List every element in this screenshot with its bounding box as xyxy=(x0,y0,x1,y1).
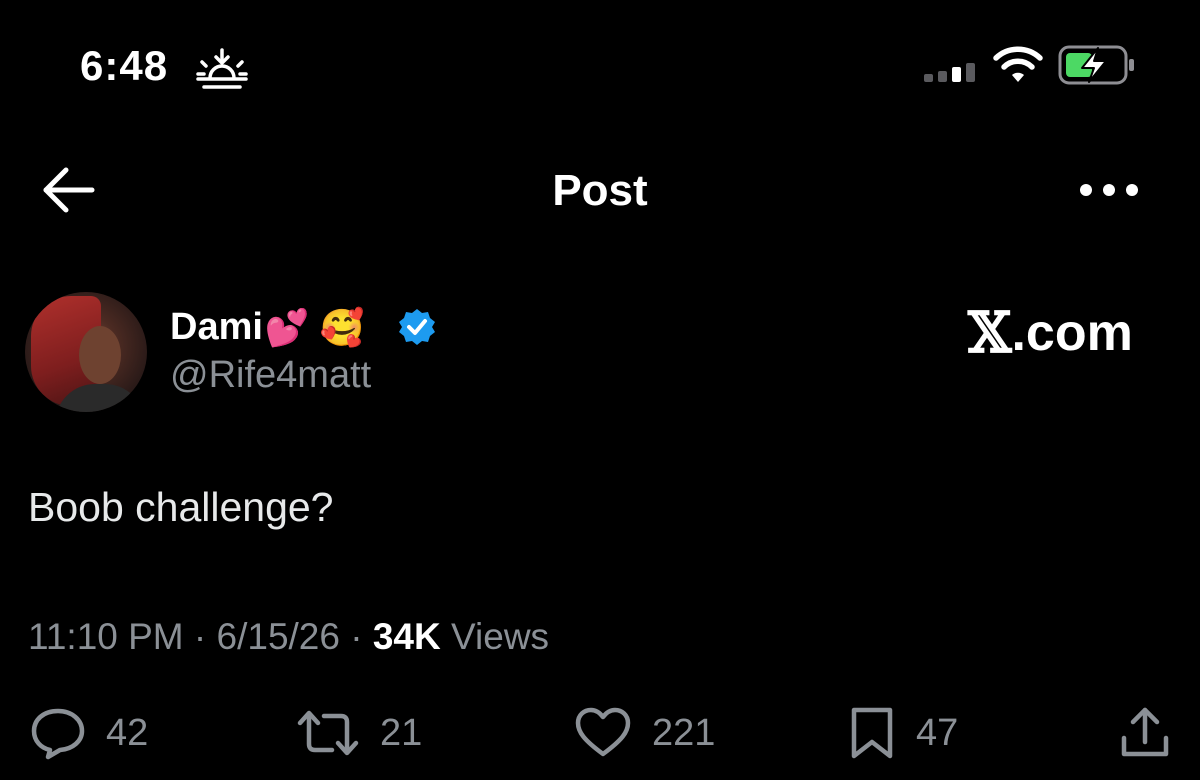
repost-icon xyxy=(297,710,359,756)
meta-separator: · xyxy=(193,616,207,657)
post-meta: 11:10 PM · 6/15/26 · 34K Views xyxy=(28,616,549,658)
sunset-icon xyxy=(196,48,248,89)
page-title: Post xyxy=(552,166,648,215)
verified-badge-icon xyxy=(399,309,435,345)
brand-watermark: 𝕏 .com xyxy=(968,300,1133,366)
status-time: 6:48 xyxy=(80,42,169,89)
heart-icon xyxy=(575,707,631,757)
author-name-emojis: 💕 🥰 xyxy=(264,306,365,348)
bookmark-button[interactable]: 47 xyxy=(848,706,958,760)
reply-count: 42 xyxy=(106,711,149,754)
author-handle[interactable]: @Rife4matt xyxy=(170,354,371,397)
bookmark-icon xyxy=(851,707,893,759)
share-icon xyxy=(1121,707,1169,757)
x-logo: 𝕏 xyxy=(968,300,1011,366)
wifi-icon xyxy=(993,46,1043,82)
repost-count: 21 xyxy=(380,711,423,754)
cellular-signal-icon xyxy=(924,63,975,82)
avatar[interactable] xyxy=(25,292,147,412)
bookmark-count: 47 xyxy=(916,711,959,754)
share-button[interactable] xyxy=(1118,706,1172,760)
repost-button[interactable]: 21 xyxy=(296,706,422,760)
views-label[interactable]: Views xyxy=(451,616,549,657)
reply-button[interactable]: 42 xyxy=(30,706,148,760)
avatar-face xyxy=(79,326,121,384)
post-time: 11:10 PM xyxy=(28,616,184,657)
post-date: 6/15/26 xyxy=(216,616,340,657)
more-options-icon[interactable] xyxy=(1078,180,1140,200)
battery-charging-icon xyxy=(1058,45,1134,85)
like-button[interactable]: 221 xyxy=(574,706,715,760)
author-display-name[interactable]: Dami 💕 🥰 xyxy=(170,306,365,349)
author-name-text: Dami xyxy=(170,306,263,348)
post-text: Boob challenge? xyxy=(28,484,334,530)
like-count: 221 xyxy=(652,711,716,754)
brand-domain: .com xyxy=(1011,304,1133,362)
views-count[interactable]: 34K xyxy=(373,616,441,657)
meta-separator: · xyxy=(350,616,363,657)
reply-icon xyxy=(31,708,85,760)
